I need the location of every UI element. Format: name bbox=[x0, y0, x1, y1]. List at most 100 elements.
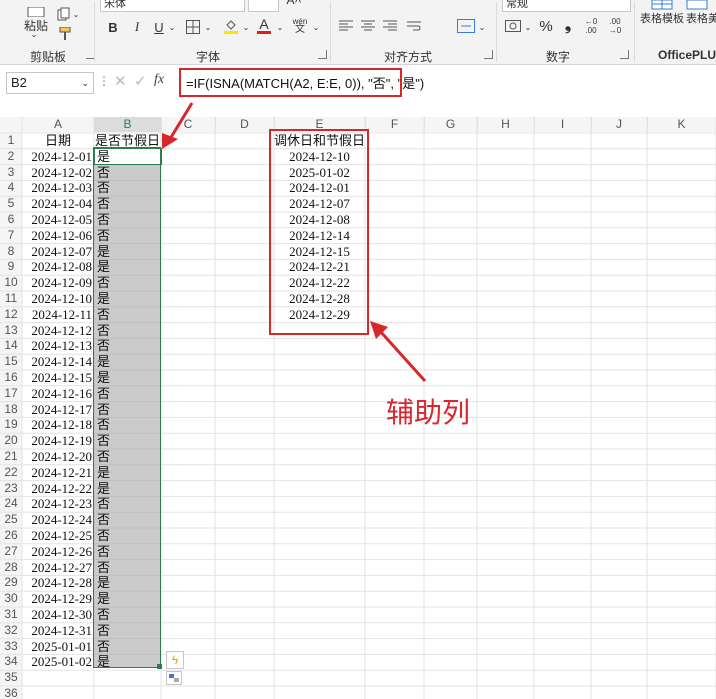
row-header[interactable]: 29 bbox=[0, 575, 22, 591]
column-header-j[interactable]: J bbox=[591, 117, 648, 132]
column-header-g[interactable]: G bbox=[424, 117, 478, 132]
date-cell[interactable]: 2024-12-16 bbox=[22, 386, 94, 402]
holiday-flag-cell[interactable]: 否 bbox=[97, 607, 159, 623]
date-cell[interactable]: 2025-01-02 bbox=[22, 654, 94, 670]
row-header[interactable]: 3 bbox=[0, 165, 22, 181]
holiday-flag-cell[interactable]: 否 bbox=[97, 212, 159, 228]
date-cell[interactable]: 2024-12-26 bbox=[22, 544, 94, 560]
holiday-flag-cell[interactable]: 是 bbox=[97, 654, 159, 670]
helper-date-cell[interactable]: 2024-12-10 bbox=[274, 149, 365, 165]
holiday-flag-cell[interactable]: 否 bbox=[97, 496, 159, 512]
row-header[interactable]: 7 bbox=[0, 228, 22, 244]
row-header[interactable]: 10 bbox=[0, 275, 22, 291]
row-header[interactable]: 35 bbox=[0, 670, 22, 686]
header-cell-holiday[interactable]: 是否节假日 bbox=[95, 133, 161, 149]
holiday-flag-cell[interactable]: 否 bbox=[97, 338, 159, 354]
chevron-down-icon[interactable]: ⌄ bbox=[312, 22, 320, 32]
date-cell[interactable]: 2024-12-04 bbox=[22, 196, 94, 212]
currency-icon[interactable] bbox=[504, 18, 522, 34]
cancel-icon[interactable]: ✕ bbox=[114, 72, 127, 90]
row-header[interactable]: 27 bbox=[0, 544, 22, 560]
row-header[interactable]: 16 bbox=[0, 370, 22, 386]
holiday-flag-cell[interactable]: 否 bbox=[97, 275, 159, 291]
font-name-dropdown[interactable]: 宋体 bbox=[100, 0, 245, 12]
row-header[interactable]: 2 bbox=[0, 149, 22, 165]
holiday-flag-cell[interactable]: 是 bbox=[97, 575, 159, 591]
holiday-flag-cell[interactable]: 否 bbox=[97, 417, 159, 433]
row-header[interactable]: 26 bbox=[0, 528, 22, 544]
helper-date-cell[interactable]: 2024-12-15 bbox=[274, 244, 365, 260]
date-cell[interactable]: 2024-12-28 bbox=[22, 575, 94, 591]
holiday-flag-cell[interactable]: 否 bbox=[97, 528, 159, 544]
row-header[interactable]: 1 bbox=[0, 133, 22, 149]
copy-icon[interactable] bbox=[56, 6, 72, 22]
row-header[interactable]: 19 bbox=[0, 417, 22, 433]
holiday-flag-cell[interactable]: 是 bbox=[97, 481, 159, 497]
row-header[interactable]: 17 bbox=[0, 386, 22, 402]
date-cell[interactable]: 2024-12-20 bbox=[22, 449, 94, 465]
holiday-flag-cell[interactable]: 否 bbox=[97, 402, 159, 418]
row-header[interactable]: 20 bbox=[0, 433, 22, 449]
date-cell[interactable]: 2024-12-11 bbox=[22, 307, 94, 323]
date-cell[interactable]: 2024-12-18 bbox=[22, 417, 94, 433]
row-header[interactable]: 5 bbox=[0, 196, 22, 212]
row-header[interactable]: 34 bbox=[0, 654, 22, 670]
chevron-down-icon[interactable]: ⌄ bbox=[168, 22, 176, 32]
chevron-down-icon[interactable]: ⌄ bbox=[242, 22, 250, 32]
chevron-down-icon[interactable]: ⌄ bbox=[524, 22, 532, 32]
date-cell[interactable]: 2024-12-03 bbox=[22, 180, 94, 196]
holiday-flag-cell[interactable]: 是 bbox=[97, 149, 159, 165]
helper-date-cell[interactable]: 2024-12-07 bbox=[274, 196, 365, 212]
holiday-flag-cell[interactable]: 是 bbox=[97, 354, 159, 370]
phonetic-icon[interactable]: wén 文 bbox=[292, 16, 308, 36]
row-header[interactable]: 13 bbox=[0, 323, 22, 339]
holiday-flag-cell[interactable]: 否 bbox=[97, 512, 159, 528]
header-cell-date[interactable]: 日期 bbox=[22, 133, 94, 149]
chevron-down-icon[interactable]: ⌄ bbox=[81, 73, 89, 93]
chevron-down-icon[interactable]: ⌄ bbox=[30, 30, 38, 39]
row-header[interactable]: 14 bbox=[0, 338, 22, 354]
column-header-b[interactable]: B bbox=[94, 117, 162, 132]
holiday-flag-cell[interactable]: 否 bbox=[97, 307, 159, 323]
holiday-flag-cell[interactable]: 是 bbox=[97, 259, 159, 275]
underline-button[interactable]: U bbox=[152, 18, 166, 36]
row-header[interactable]: 22 bbox=[0, 465, 22, 481]
more-options-icon[interactable]: ⋮ bbox=[98, 74, 110, 88]
spreadsheet-grid[interactable]: ABCDEFGHIJK 1 2 3 4 5 6 7 8 9 10 11 12 13 14 15 16 17 18 1… bbox=[0, 99, 716, 699]
percent-button[interactable]: % bbox=[538, 18, 554, 35]
date-cell[interactable]: 2024-12-07 bbox=[22, 244, 94, 260]
row-header[interactable]: 6 bbox=[0, 212, 22, 228]
holiday-flag-cell[interactable]: 是 bbox=[97, 370, 159, 386]
column-header-k[interactable]: K bbox=[647, 117, 716, 132]
holiday-flag-cell[interactable]: 否 bbox=[97, 180, 159, 196]
date-cell[interactable]: 2024-12-02 bbox=[22, 165, 94, 181]
date-cell[interactable]: 2024-12-19 bbox=[22, 433, 94, 449]
row-header[interactable]: 11 bbox=[0, 291, 22, 307]
grow-font-icon[interactable]: A˄ bbox=[284, 0, 304, 7]
name-box[interactable]: B2 ⌄ bbox=[6, 72, 94, 94]
fill-color-icon[interactable] bbox=[222, 16, 240, 36]
row-header[interactable]: 21 bbox=[0, 449, 22, 465]
date-cell[interactable]: 2024-12-21 bbox=[22, 465, 94, 481]
column-header-a[interactable]: A bbox=[22, 117, 95, 132]
column-header-d[interactable]: D bbox=[215, 117, 275, 132]
font-launcher-icon[interactable] bbox=[318, 50, 327, 59]
row-header[interactable]: 4 bbox=[0, 180, 22, 196]
merge-cells-icon[interactable] bbox=[456, 18, 476, 34]
holiday-flag-cell[interactable]: 否 bbox=[97, 449, 159, 465]
date-cell[interactable]: 2024-12-06 bbox=[22, 228, 94, 244]
column-header-c[interactable]: C bbox=[161, 117, 216, 132]
row-header[interactable]: 33 bbox=[0, 639, 22, 655]
holiday-flag-cell[interactable]: 否 bbox=[97, 165, 159, 181]
flash-fill-icon[interactable]: ϟ bbox=[166, 651, 184, 669]
date-cell[interactable]: 2024-12-23 bbox=[22, 496, 94, 512]
table-template-button[interactable]: 表格模板 bbox=[640, 0, 684, 30]
chevron-down-icon[interactable]: ⌄ bbox=[204, 22, 212, 32]
decrease-decimal-icon[interactable]: .00 →0 bbox=[606, 16, 624, 36]
date-cell[interactable]: 2024-12-05 bbox=[22, 212, 94, 228]
align-launcher-icon[interactable] bbox=[484, 50, 493, 59]
holiday-flag-cell[interactable]: 是 bbox=[97, 591, 159, 607]
date-cell[interactable]: 2024-12-09 bbox=[22, 275, 94, 291]
increase-decimal-icon[interactable]: ←0.00 bbox=[582, 16, 600, 36]
helper-date-cell[interactable]: 2024-12-01 bbox=[274, 180, 365, 196]
